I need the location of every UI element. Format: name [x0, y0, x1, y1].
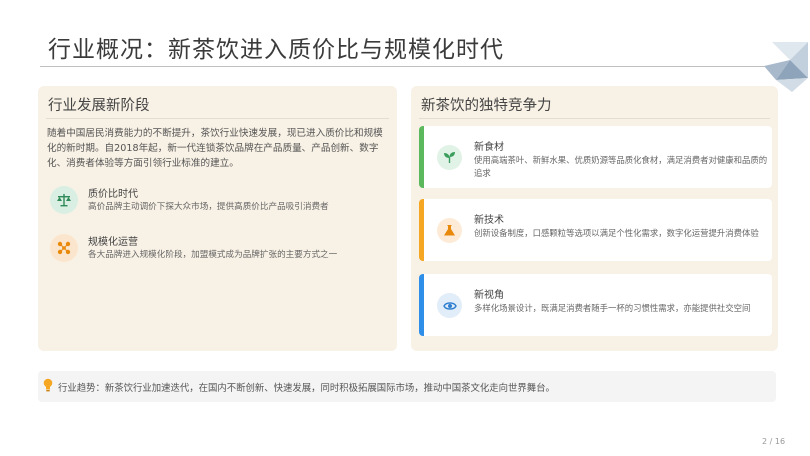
card-new-ingredients: 新食材 使用高端茶叶、新鲜水果、优质奶源等品质化食材，满足消费者对健康和品质的追… — [419, 126, 772, 188]
intro-paragraph: 随着中国居民消费能力的不断提升，茶饮行业快速发展，现已进入质价比和规模化的新时期… — [47, 128, 383, 169]
eye-icon — [437, 293, 462, 318]
card-description: 使用高端茶叶、新鲜水果、优质奶源等品质化食材，满足消费者对健康和品质的追求 — [474, 155, 768, 178]
geometric-logo-icon — [764, 42, 808, 92]
industry-stage-panel: 行业发展新阶段 随着中国居民消费能力的不断提升，茶饮行业快速发展，现已进入质价比… — [38, 86, 397, 351]
network-icon — [50, 234, 78, 262]
scale-icon — [50, 186, 78, 214]
feature-title: 质价比时代 — [88, 189, 138, 200]
panel-heading: 新茶饮的独特竞争力 — [421, 98, 552, 114]
card-new-perspective: 新视角 多样化场景设计，既满足消费者随手一杯的习惯性需求，亦能提供社交空间 — [419, 274, 772, 336]
card-description: 创新设备制度，口感颗粒等选项以满足个性化需求，数字化运营提升消费体验 — [474, 228, 759, 238]
feature-description: 高价品牌主动调价下探大众市场，提供高质价比产品吸引消费者 — [88, 202, 329, 212]
flask-icon — [437, 218, 462, 243]
feature-scale-operation: 规模化运营 各大品牌进入规模化阶段，加盟模式成为品牌扩张的主要方式之一 — [46, 232, 386, 268]
card-description: 多样化场景设计，既满足消费者随手一杯的习惯性需求，亦能提供社交空间 — [474, 303, 751, 313]
leaf-icon — [437, 145, 462, 170]
panel-divider — [419, 118, 770, 119]
card-title: 新视角 — [474, 290, 504, 301]
card-title: 新食材 — [474, 142, 504, 153]
trend-bar: 行业趋势：新茶饮行业加速迭代，在国内不断创新、快速发展，同时积极拓展国际市场，推… — [38, 371, 776, 402]
trend-body: 新茶饮行业加速迭代，在国内不断创新、快速发展，同时积极拓展国际市场，推动中国茶文… — [104, 383, 555, 394]
trend-text: 行业趋势：新茶饮行业加速迭代，在国内不断创新、快速发展，同时积极拓展国际市场，推… — [58, 380, 555, 394]
card-title: 新技术 — [474, 215, 504, 226]
feature-quality-price: 质价比时代 高价品牌主动调价下探大众市场，提供高质价比产品吸引消费者 — [46, 184, 386, 220]
title-divider — [40, 66, 774, 67]
page-number: 2 / 16 — [762, 437, 786, 446]
feature-title: 规模化运营 — [88, 237, 138, 248]
lightbulb-icon — [43, 378, 53, 392]
panel-heading: 行业发展新阶段 — [48, 98, 150, 114]
slide-title: 行业概况：新茶饮进入质价比与规模化时代 — [48, 37, 504, 63]
panel-divider — [46, 118, 389, 119]
feature-description: 各大品牌进入规模化阶段，加盟模式成为品牌扩张的主要方式之一 — [88, 250, 338, 260]
trend-label: 行业趋势： — [58, 383, 105, 394]
card-new-technology: 新技术 创新设备制度，口感颗粒等选项以满足个性化需求，数字化运营提升消费体验 — [419, 199, 772, 261]
competitiveness-panel: 新茶饮的独特竞争力 新食材 使用高端茶叶、新鲜水果、优质奶源等品质化食材，满足消… — [411, 86, 778, 351]
